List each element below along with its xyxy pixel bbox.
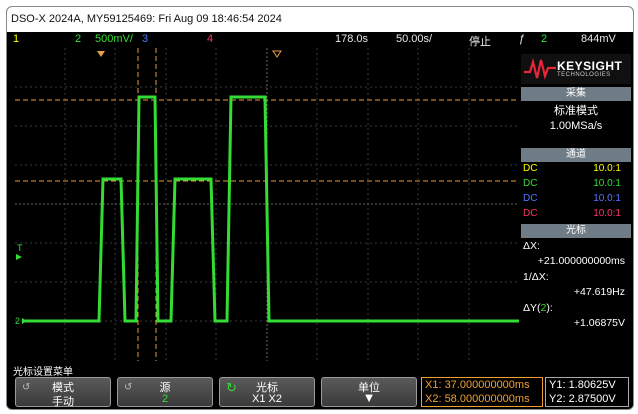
ch2-probe: 10.0:1 bbox=[593, 178, 621, 189]
delta-y-suffix: ): bbox=[546, 302, 553, 314]
logo-sub: TECHNOLOGIES bbox=[557, 72, 611, 78]
cursors-softkey[interactable]: ↻ 光标 X1 X2 bbox=[219, 377, 315, 407]
softkey-bar: 光标设置菜单 ↺ 模式 手动 ↺ 源 2 ↻ 光标 X1 X2 单位 ▼ X1:… bbox=[7, 361, 633, 409]
cursors-value: X1 X2 bbox=[252, 393, 282, 405]
status-bar: 1 2 500mV/ 3 4 178.0s 50.00s/ 停止 ƒ 2 844… bbox=[7, 32, 633, 48]
channels-header: 通道 bbox=[521, 148, 631, 162]
source-softkey[interactable]: ↺ 源 2 bbox=[117, 377, 213, 407]
side-panel: KEYSIGHT TECHNOLOGIES 采集 标准模式 1.00MSa/s … bbox=[519, 48, 633, 361]
time-scale[interactable]: 50.00s/ bbox=[396, 33, 432, 45]
delta-y-value: +1.06875V bbox=[573, 317, 625, 329]
x2-readout: X2: 58.000000000ms bbox=[425, 393, 530, 405]
ch1-indicator[interactable]: 1 bbox=[13, 33, 19, 45]
ch1-probe: 10.0:1 bbox=[593, 163, 621, 174]
delta-x-label: ΔX: bbox=[523, 240, 540, 252]
trigger-edge-icon: ƒ bbox=[519, 33, 526, 45]
channel-row-1[interactable]: DC 10.0:1 bbox=[521, 163, 631, 177]
channel-row-3[interactable]: DC 10.0:1 bbox=[521, 193, 631, 207]
cursor-header: 光标 bbox=[521, 224, 631, 238]
mode-softkey[interactable]: ↺ 模式 手动 bbox=[15, 377, 111, 408]
ch2-ground-marker: 2 bbox=[15, 316, 20, 326]
window-title: DSO-X 2024A, MY59125469: Fri Aug 09 18:4… bbox=[7, 7, 633, 32]
x-cursor-readout: X1: 37.000000000ms X2: 58.000000000ms bbox=[421, 377, 543, 407]
ch2-scale[interactable]: 500mV/ bbox=[95, 33, 133, 45]
sample-rate: 1.00MSa/s bbox=[549, 120, 603, 132]
keysight-wave-icon bbox=[524, 58, 556, 80]
channel-row-2[interactable]: DC 10.0:1 bbox=[521, 178, 631, 192]
waveform-display[interactable]: T 2 bbox=[15, 48, 519, 361]
acquire-header: 采集 bbox=[521, 87, 631, 101]
delta-y-label: ΔY(2): bbox=[523, 302, 553, 314]
delta-y-prefix: ΔY( bbox=[523, 302, 541, 314]
menu-title: 光标设置菜单 bbox=[13, 367, 73, 378]
ch4-indicator[interactable]: 4 bbox=[207, 33, 213, 45]
ch4-coupling: DC bbox=[523, 208, 538, 219]
y2-readout: Y2: 2.87500V bbox=[549, 393, 616, 405]
waveform-svg: T 2 bbox=[15, 48, 519, 361]
ch3-coupling: DC bbox=[523, 193, 538, 204]
units-softkey[interactable]: 单位 ▼ bbox=[321, 377, 417, 407]
ch4-probe: 10.0:1 bbox=[593, 208, 621, 219]
mode-value: 手动 bbox=[52, 396, 74, 408]
ch3-indicator[interactable]: 3 bbox=[142, 33, 148, 45]
trigger-source[interactable]: 2 bbox=[541, 33, 547, 45]
oscilloscope-window: DSO-X 2024A, MY59125469: Fri Aug 09 18:4… bbox=[6, 6, 634, 410]
trigger-level-arrow bbox=[16, 254, 22, 260]
logo-word: KEYSIGHT bbox=[557, 59, 623, 73]
run-state[interactable]: 停止 bbox=[469, 33, 491, 49]
x1-readout: X1: 37.000000000ms bbox=[425, 379, 530, 391]
acquire-mode: 标准模式 bbox=[554, 105, 598, 117]
arrow-down-icon: ▼ bbox=[362, 390, 376, 405]
y-cursor-readout: Y1: 1.80625V Y2: 2.87500V bbox=[545, 377, 629, 407]
delta-x-value: +21.000000000ms bbox=[537, 255, 625, 267]
trigger-level-marker: T bbox=[17, 243, 23, 253]
ch2-indicator[interactable]: 2 bbox=[75, 33, 81, 45]
acquire-body[interactable]: 标准模式 1.00MSa/s bbox=[521, 102, 631, 132]
inverse-delta-x-label: 1/ΔX: bbox=[523, 271, 549, 283]
time-position[interactable]: 178.0s bbox=[335, 33, 368, 45]
trigger-position-marker bbox=[97, 51, 105, 57]
ch2-coupling: DC bbox=[523, 178, 538, 189]
ch2-ground-arrow bbox=[22, 318, 27, 324]
time-reference-marker bbox=[272, 50, 282, 58]
ch2-waveform bbox=[23, 95, 519, 323]
source-value: 2 bbox=[161, 393, 169, 405]
ch1-coupling: DC bbox=[523, 163, 538, 174]
trigger-level[interactable]: 844mV bbox=[581, 33, 616, 45]
y1-readout: Y1: 1.80625V bbox=[549, 379, 616, 391]
channel-row-4[interactable]: DC 10.0:1 bbox=[521, 208, 631, 222]
keysight-logo: KEYSIGHT TECHNOLOGIES bbox=[521, 54, 631, 84]
inverse-delta-x-value: +47.619Hz bbox=[573, 286, 625, 298]
ch3-probe: 10.0:1 bbox=[593, 193, 621, 204]
